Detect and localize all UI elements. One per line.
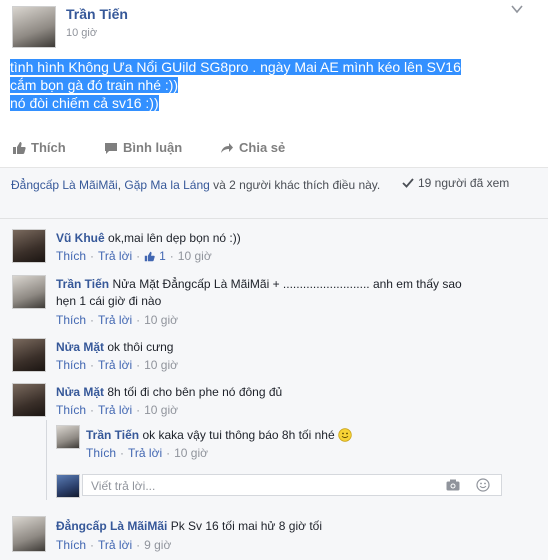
comment-meta: Thích · Trả lời · 10 giờ: [56, 358, 178, 372]
reply-comment: Trần Tiến ok kaka vậy tui thông báo 8h t…: [86, 427, 352, 444]
reply-thread-line: [46, 420, 47, 500]
meta-separator: ·: [136, 538, 141, 552]
comment-like-link[interactable]: Thích: [56, 313, 86, 327]
comment-icon: [105, 142, 117, 154]
facebook-post: Trần Tiến 10 giờ tình hình Không Ưa Nổi …: [0, 0, 548, 560]
divider: [0, 218, 548, 219]
checkmark-icon: [402, 178, 414, 188]
liker-link[interactable]: Gặp Ma la Láng: [124, 178, 209, 192]
post-text-line: nó đòi chiếm cả sv16 :)): [10, 95, 159, 111]
comment-button[interactable]: Bình luận: [104, 140, 182, 155]
thumbs-up-icon: [13, 141, 26, 154]
post-time[interactable]: 10 giờ: [66, 27, 97, 39]
comment-meta: Thích · Trả lời · 9 giờ: [56, 538, 171, 552]
commenter-avatar[interactable]: [12, 338, 46, 372]
share-icon: [221, 142, 233, 153]
commenter-name[interactable]: Trần Tiến: [86, 428, 139, 442]
like-label: Thích: [31, 140, 66, 155]
commenter-name[interactable]: Nửa Mặt: [56, 385, 104, 399]
meta-separator: ·: [90, 538, 95, 552]
commenter-name[interactable]: Trần Tiến: [56, 277, 109, 291]
seen-count[interactable]: 19 người đã xem: [402, 176, 509, 190]
comment-meta: Thích · Trả lời · 10 giờ: [56, 403, 178, 417]
meta-separator: ·: [90, 249, 95, 263]
author-name[interactable]: Trần Tiến: [66, 6, 128, 22]
post-text-line: cắm bọn gà đó train nhé :)): [10, 77, 179, 93]
comment: Vũ Khuê ok,mai lên dẹp bọn nó :)): [56, 230, 241, 247]
likers-rest: và 2 người khác thích điều này.: [213, 178, 381, 192]
comment-meta: Thích · Trả lời · 10 giờ: [86, 446, 208, 460]
comment-like-link[interactable]: Thích: [86, 446, 116, 460]
meta-separator: ·: [90, 358, 95, 372]
comment-like-link[interactable]: Thích: [56, 538, 86, 552]
post-text: tình hình Không Ưa Nổi GUild SG8pro . ng…: [10, 58, 520, 112]
likers-summary: Đẳngcấp Là MãiMãi, Gặp Ma la Láng và 2 n…: [11, 178, 381, 192]
share-button[interactable]: Chia sẻ: [220, 140, 285, 155]
comment-time[interactable]: 10 giờ: [174, 446, 208, 460]
comment-label: Bình luận: [123, 140, 183, 155]
comment-reply-link[interactable]: Trả lời: [98, 403, 132, 417]
commenter-name[interactable]: Đẳngcấp Là MãiMãi: [56, 519, 167, 533]
author-avatar[interactable]: [12, 6, 56, 48]
meta-separator: ·: [136, 403, 141, 417]
commenter-avatar[interactable]: [12, 383, 46, 417]
comment-meta: Thích · Trả lời · 1 · 10 giờ: [56, 249, 212, 263]
comment-like-link[interactable]: Thích: [56, 249, 86, 263]
comment-text: ok kaka vậy tui thông báo 8h tối nhé: [142, 428, 335, 442]
post-text-line: tình hình Không Ưa Nổi GUild SG8pro . ng…: [10, 59, 461, 75]
meta-separator: ·: [120, 446, 125, 460]
thumbs-up-icon: [144, 251, 155, 261]
comment-text: Pk Sv 16 tối mai hử 8 giờ tối: [170, 519, 323, 533]
comment-like-count[interactable]: 1: [159, 249, 166, 263]
camera-icon[interactable]: [446, 479, 460, 491]
share-label: Chia sẻ: [239, 140, 286, 155]
comment-text: hẹn 1 cái giờ đi nào: [56, 294, 162, 308]
reply-avatar[interactable]: [56, 425, 80, 449]
comment-like-link[interactable]: Thích: [56, 358, 86, 372]
comment: Nửa Mặt ok thôi cưng: [56, 339, 173, 356]
meta-separator: ·: [136, 249, 141, 263]
meta-separator: ·: [90, 313, 95, 327]
comment-time[interactable]: 10 giờ: [144, 313, 178, 327]
comment-reply-link[interactable]: Trả lời: [128, 446, 162, 460]
comment-like-link[interactable]: Thích: [56, 403, 86, 417]
commenter-avatar[interactable]: [12, 516, 46, 552]
current-user-avatar: [56, 474, 80, 498]
meta-separator: ·: [136, 358, 141, 372]
comment-reply-link[interactable]: Trả lời: [98, 249, 132, 263]
smiley-emoji-icon: [338, 428, 352, 442]
commenter-avatar[interactable]: [12, 229, 46, 263]
comment-time[interactable]: 10 giờ: [144, 358, 178, 372]
post-action-bar: Thích Bình luận Chia sẻ: [0, 140, 548, 162]
comment-time[interactable]: 10 giờ: [144, 403, 178, 417]
commenter-name[interactable]: Nửa Mặt: [56, 340, 104, 354]
comment-text: 8h tối đi cho bên phe nó đông đủ: [107, 385, 283, 399]
comment-reply-link[interactable]: Trả lời: [98, 358, 132, 372]
meta-separator: ·: [136, 313, 141, 327]
meta-separator: ·: [90, 403, 95, 417]
seen-count-text: 19 người đã xem: [418, 176, 510, 190]
comment-text: Nửa Mặt Đẳngcấp Là MãiMãi + ............…: [112, 277, 462, 291]
comment-text: ok,mai lên dẹp bọn nó :)): [108, 231, 241, 245]
comment-time[interactable]: 10 giờ: [178, 249, 212, 263]
like-button[interactable]: Thích: [12, 140, 66, 155]
emoji-picker-icon[interactable]: [476, 478, 490, 492]
commenter-name[interactable]: Vũ Khuê: [56, 231, 105, 245]
comment-reply-link[interactable]: Trả lời: [98, 538, 132, 552]
commenter-avatar[interactable]: [12, 275, 46, 309]
liker-link[interactable]: Đẳngcấp Là MãiMãi: [11, 178, 118, 192]
reply-input[interactable]: Viết trả lời...: [82, 474, 502, 496]
comment-time[interactable]: 9 giờ: [144, 538, 171, 552]
comment: Đẳngcấp Là MãiMãi Pk Sv 16 tối mai hử 8 …: [56, 518, 322, 535]
meta-separator: ·: [166, 446, 171, 460]
comment: Nửa Mặt 8h tối đi cho bên phe nó đông đủ: [56, 384, 282, 401]
chevron-down-icon[interactable]: [510, 2, 524, 16]
comment-reply-link[interactable]: Trả lời: [98, 313, 132, 327]
comment-meta: Thích · Trả lời · 10 giờ: [56, 313, 178, 327]
comment-text: ok thôi cưng: [107, 340, 174, 354]
meta-separator: ·: [169, 249, 174, 263]
comment: Trần Tiến Nửa Mặt Đẳngcấp Là MãiMãi + ..…: [56, 276, 462, 310]
